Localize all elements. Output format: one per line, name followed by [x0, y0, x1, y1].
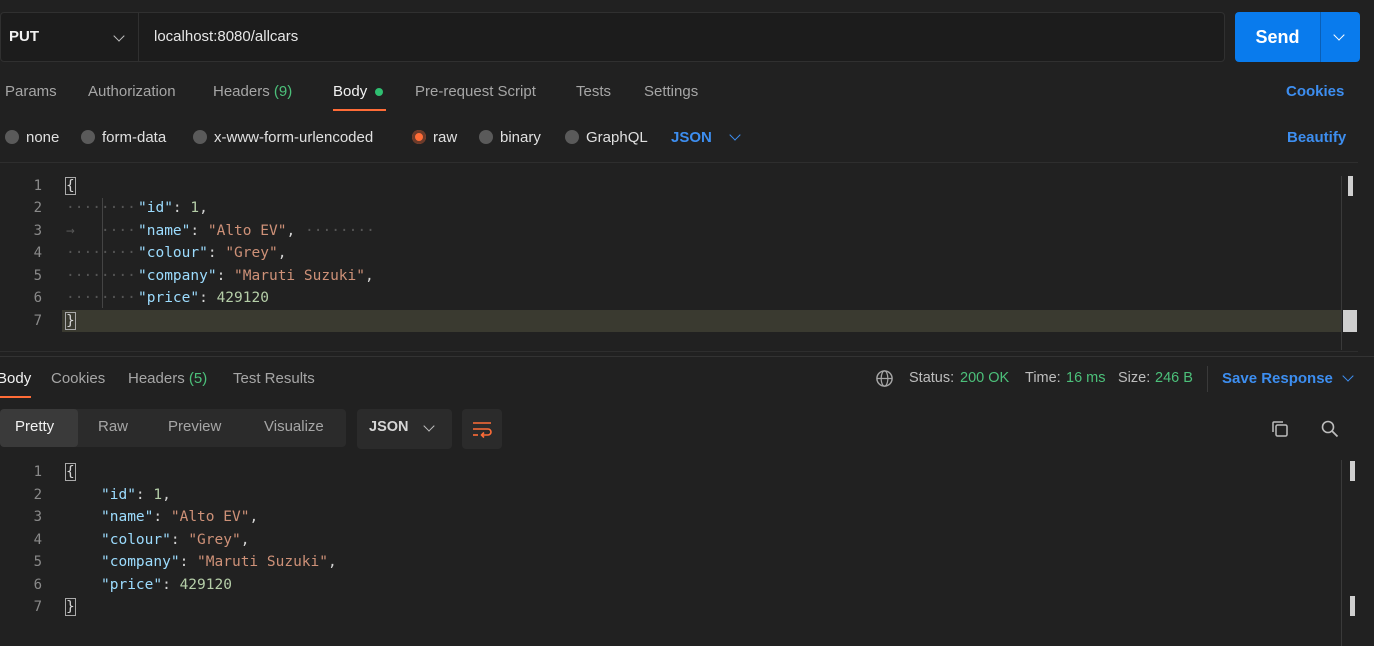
response-tab-headers-count: (5) — [188, 370, 208, 387]
method-select[interactable]: PUT — [1, 13, 139, 61]
tab-body[interactable]: Body — [333, 83, 367, 100]
request-scrollbar[interactable] — [1348, 176, 1353, 196]
line-number: 5 — [33, 268, 42, 284]
status-label: Status: — [909, 370, 955, 386]
status-value[interactable]: 200 OK — [960, 370, 1009, 386]
chevron-down-icon — [113, 30, 125, 42]
line-number: 6 — [33, 577, 42, 593]
radio-none[interactable] — [5, 130, 19, 144]
whitespace-dots: ········ — [305, 223, 375, 239]
send-label: Send — [1255, 27, 1300, 47]
response-format-label: JSON — [369, 419, 409, 435]
response-tab-cookies[interactable]: Cookies — [51, 370, 105, 387]
tab-authorization[interactable]: Authorization — [88, 83, 176, 100]
chevron-down-icon[interactable] — [729, 129, 741, 141]
line-number: 7 — [33, 313, 42, 329]
pane-divider[interactable] — [0, 356, 1374, 357]
response-tab-headers-label: Headers — [128, 370, 185, 387]
tab-headers[interactable]: Headers (9) — [213, 83, 292, 100]
url-bar: PUT localhost:8080/allcars — [0, 12, 1225, 62]
wrap-lines-icon — [473, 422, 492, 439]
whitespace-tab-marker: → ···· — [66, 223, 136, 239]
response-tab-body[interactable]: Body — [0, 370, 31, 387]
json-line: "colour": "Grey", — [101, 532, 250, 548]
tab-settings[interactable]: Settings — [644, 83, 698, 100]
method-label: PUT — [9, 28, 39, 45]
active-tab-underline — [333, 109, 386, 111]
radio-binary[interactable] — [479, 130, 493, 144]
json-line: "price": 429120 — [138, 290, 269, 306]
beautify-button[interactable]: Beautify — [1287, 129, 1346, 146]
view-visualize[interactable]: Visualize — [264, 418, 324, 435]
radio-urlencoded-label: x-www-form-urlencoded — [214, 129, 374, 146]
json-line: "company": "Maruti Suzuki", — [138, 268, 374, 284]
view-pretty[interactable]: Pretty — [15, 418, 54, 435]
line-number: 2 — [33, 200, 42, 216]
close-brace: } — [65, 598, 76, 616]
cookies-link[interactable]: Cookies — [1286, 83, 1344, 100]
line-number: 7 — [33, 599, 42, 615]
line-number: 1 — [33, 464, 42, 480]
view-raw[interactable]: Raw — [98, 418, 128, 435]
radio-urlencoded[interactable] — [193, 130, 207, 144]
json-line: "colour": "Grey", — [138, 245, 287, 261]
response-active-underline — [0, 396, 31, 398]
line-number: 4 — [33, 532, 42, 548]
copy-icon[interactable] — [1270, 419, 1290, 439]
radio-graphql-label: GraphQL — [586, 129, 648, 146]
body-indicator-dot — [375, 88, 383, 96]
open-brace: { — [65, 463, 76, 481]
tab-headers-count: (9) — [273, 83, 293, 100]
radio-form-data[interactable] — [81, 130, 95, 144]
tab-tests[interactable]: Tests — [576, 83, 611, 100]
response-body-viewer[interactable] — [0, 455, 1358, 646]
radio-graphql[interactable] — [565, 130, 579, 144]
time-value[interactable]: 16 ms — [1066, 370, 1106, 386]
response-scrollbar-marker — [1350, 596, 1355, 616]
whitespace-dots: ········ — [66, 245, 136, 261]
line-number: 4 — [33, 245, 42, 261]
radio-binary-label: binary — [500, 129, 541, 146]
radio-none-label: none — [26, 129, 60, 146]
radio-form-data-label: form-data — [102, 129, 167, 146]
line-number: 3 — [33, 509, 42, 525]
response-scrollbar[interactable] — [1350, 461, 1355, 481]
url-input[interactable]: localhost:8080/allcars — [154, 28, 298, 45]
radio-raw-label: raw — [433, 129, 458, 146]
response-tab-test-results[interactable]: Test Results — [233, 370, 315, 387]
line-number: 6 — [33, 290, 42, 306]
size-label: Size: — [1118, 370, 1151, 386]
format-select[interactable]: JSON — [671, 129, 712, 146]
line-number: 3 — [33, 223, 42, 239]
chevron-down-icon[interactable] — [1342, 370, 1354, 382]
whitespace-dots: ········ — [66, 200, 136, 216]
send-divider — [1320, 12, 1321, 62]
response-tab-headers[interactable]: Headers (5) — [128, 370, 207, 387]
view-preview[interactable]: Preview — [168, 418, 221, 435]
json-line: "name": "Alto EV", — [138, 223, 296, 239]
request-scrollbar-marker — [1343, 310, 1357, 332]
line-number: 5 — [33, 554, 42, 570]
tab-params[interactable]: Params — [5, 83, 57, 100]
line-number: 2 — [33, 487, 42, 503]
save-response-button[interactable]: Save Response — [1222, 370, 1333, 387]
radio-raw[interactable] — [412, 130, 426, 144]
line-number: 1 — [33, 178, 42, 194]
tab-pre-request-script[interactable]: Pre-request Script — [415, 83, 536, 100]
current-line-highlight — [62, 310, 1342, 332]
whitespace-dots: ········ — [66, 268, 136, 284]
whitespace-dots: ········ — [66, 290, 136, 306]
json-line: "name": "Alto EV", — [101, 509, 259, 525]
json-line: "id": 1, — [138, 200, 208, 216]
open-brace: { — [65, 177, 76, 195]
json-line: "id": 1, — [101, 487, 171, 503]
json-line: "price": 429120 — [101, 577, 232, 593]
size-value[interactable]: 246 B — [1155, 370, 1193, 386]
json-line: "company": "Maruti Suzuki", — [101, 554, 337, 570]
close-brace: } — [65, 312, 76, 330]
tab-headers-label: Headers — [213, 83, 270, 100]
time-label: Time: — [1025, 370, 1061, 386]
search-icon[interactable] — [1320, 419, 1340, 439]
globe-icon[interactable] — [875, 369, 894, 388]
